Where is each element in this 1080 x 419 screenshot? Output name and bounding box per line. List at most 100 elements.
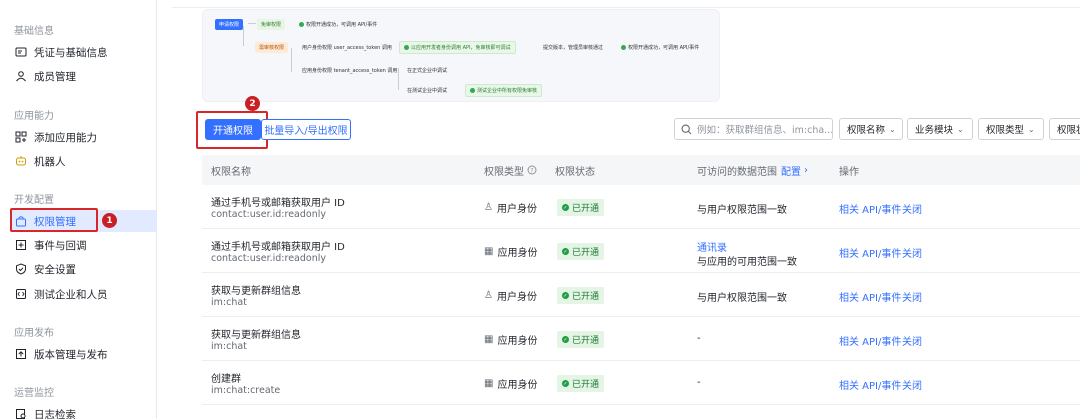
scope-text: 与用户权限范围一致: [697, 205, 787, 216]
test-icon: [14, 287, 28, 301]
flow-connector: [291, 48, 292, 72]
table-row: 获取与更新群组信息 im:chat ▦ 应用身份 ✓ 已开通 - 相关 API/…: [202, 317, 1080, 361]
sidebar-group-basic: 基础信息: [14, 26, 54, 37]
filter-business-module[interactable]: 业务模块 ⌄: [907, 118, 973, 140]
sidebar-item-test-tenant[interactable]: 测试企业和人员: [10, 283, 157, 305]
close-permission-link[interactable]: 关闭: [902, 333, 922, 348]
flow-free-permission: 免审权限: [257, 19, 286, 30]
sidebar-item-versions[interactable]: 版本管理与发布: [10, 343, 157, 365]
close-permission-link[interactable]: 关闭: [902, 201, 922, 216]
sidebar-item-robot[interactable]: 机器人: [10, 150, 157, 172]
app-icon: ▦: [484, 334, 494, 345]
flow-review-result: 权限开通成功，可调用 API/事件: [617, 42, 703, 53]
step-badge-2: 2: [245, 96, 260, 111]
success-icon: [621, 45, 626, 50]
sidebar-item-label: 成员管理: [34, 70, 76, 83]
search-input[interactable]: 例如：获取群组信息、im:cha...: [674, 118, 833, 140]
table-header: 权限名称 权限类型 ? 权限状态 可访问的数据范围 配置 › 操作: [202, 155, 1080, 185]
check-icon: ✓: [562, 248, 569, 255]
sidebar-item-credentials[interactable]: 凭证与基础信息: [10, 41, 157, 63]
related-api-link[interactable]: 相关 API/事件: [839, 377, 901, 392]
related-api-link[interactable]: 相关 API/事件: [839, 245, 901, 260]
chevron-down-icon: ⌄: [957, 124, 964, 134]
permission-name: 获取与更新群组信息: [211, 330, 301, 341]
flow-connector: [243, 26, 244, 46]
status-badge: ✓ 已开通: [557, 331, 605, 348]
status-badge: ✓ 已开通: [557, 375, 605, 392]
scope-config-link[interactable]: 配置: [781, 163, 801, 178]
sidebar-item-security[interactable]: 安全设置: [10, 258, 157, 280]
header-status: 权限状态: [555, 166, 595, 178]
table-row: 通过手机号或邮箱获取用户 ID contact:user.id:readonly…: [202, 229, 1080, 273]
chevron-right-icon: ›: [804, 164, 808, 176]
user-icon: [14, 69, 28, 83]
related-api-link[interactable]: 相关 API/事件: [839, 289, 901, 304]
success-icon: [404, 45, 409, 50]
filter-permission-status[interactable]: 权限状态: [1049, 118, 1080, 140]
status-badge: ✓ 已开通: [557, 243, 605, 260]
svg-text:?: ?: [530, 167, 533, 174]
sidebar-item-label: 机器人: [34, 155, 66, 168]
app-icon: ▦: [484, 246, 494, 257]
status-badge: ✓ 已开通: [557, 287, 605, 304]
sidebar-item-permissions[interactable]: 权限管理 1: [10, 208, 157, 232]
sidebar-item-label: 事件与回调: [34, 239, 87, 252]
flow-test-all: 测试企业中所有权限免审核: [465, 84, 543, 97]
sidebar-item-label: 日志检索: [34, 408, 76, 419]
step-badge-1: 1: [102, 213, 117, 228]
main-content: 申请权限 免审权限 权限开通成功，可调用 API/事件 需审核权限 用户身份权限…: [172, 0, 1080, 419]
permission-name: 通过手机号或邮箱获取用户 ID: [211, 242, 345, 253]
chevron-down-icon: ⌄: [889, 124, 896, 134]
scope-text: 与用户权限范围一致: [697, 293, 787, 304]
sidebar-item-members[interactable]: 成员管理: [10, 65, 157, 87]
filter-permission-name[interactable]: 权限名称 ⌄: [839, 118, 903, 140]
check-icon: ✓: [562, 292, 569, 299]
event-icon: [14, 238, 28, 252]
table-row: 创建群 im:chat:create ▦ 应用身份 ✓ 已开通 - 相关 API…: [202, 361, 1080, 405]
flow-user-identity: 用户身份权限 user_access_token 调用: [302, 45, 392, 51]
check-icon: ✓: [562, 204, 569, 211]
flow-test-debug: 在测试企业中调试: [407, 88, 448, 94]
success-icon: [470, 88, 475, 93]
header-name: 权限名称: [211, 166, 251, 178]
related-api-link[interactable]: 相关 API/事件: [839, 201, 901, 216]
filter-permission-type[interactable]: 权限类型 ⌄: [978, 118, 1044, 140]
close-permission-link[interactable]: 关闭: [902, 289, 922, 304]
flow-test-scope: 以应用开发者身份调用 API，免审核即可调试: [399, 41, 516, 54]
top-divider: [172, 0, 1080, 8]
flow-formal-debug: 在正式企业中调试: [407, 68, 448, 74]
shield-icon: [14, 262, 28, 276]
check-icon: ✓: [562, 336, 569, 343]
sidebar: 基础信息 凭证与基础信息 成员管理 应用能力 添加应用能力 机器人 开发配置 权…: [0, 0, 157, 419]
flow-submit: 提交版本，管理员审核通过: [543, 45, 604, 51]
chevron-down-icon: ⌄: [1028, 124, 1035, 134]
header-scope: 可访问的数据范围 配置 ›: [697, 163, 808, 178]
permission-name: 获取与更新群组信息: [211, 286, 301, 297]
help-icon[interactable]: ?: [527, 165, 537, 175]
upload-icon: [14, 347, 28, 361]
user-icon: ♙: [484, 202, 493, 213]
batch-import-export-button[interactable]: 批量导入/导出权限: [261, 119, 351, 140]
sidebar-group-capability: 应用能力: [14, 111, 54, 122]
sidebar-item-label: 添加应用能力: [34, 131, 97, 144]
permission-name: 通过手机号或邮箱获取用户 ID: [211, 198, 345, 209]
permission-name: 创建群: [211, 374, 241, 385]
permission-code: contact:user.id:readonly: [211, 253, 326, 264]
sidebar-item-logs[interactable]: 日志检索: [10, 403, 157, 419]
permission-type: ▦ 应用身份: [484, 378, 538, 391]
permission-code: im:chat: [211, 341, 247, 352]
header-actions: 操作: [839, 166, 859, 178]
sidebar-item-events[interactable]: 事件与回调: [10, 234, 157, 256]
permission-code: im:chat:create: [211, 385, 281, 396]
scope-link[interactable]: 通讯录: [697, 239, 727, 254]
table-row: 通过手机号或邮箱获取用户 ID contact:user.id:readonly…: [202, 185, 1080, 229]
close-permission-link[interactable]: 关闭: [902, 245, 922, 260]
permission-code: im:chat: [211, 297, 247, 308]
credential-icon: [14, 45, 28, 59]
open-permission-button[interactable]: 开通权限: [205, 119, 261, 140]
close-permission-link[interactable]: 关闭: [902, 377, 922, 392]
sidebar-item-add-capability[interactable]: 添加应用能力: [10, 126, 157, 148]
related-api-link[interactable]: 相关 API/事件: [839, 333, 901, 348]
apps-add-icon: [14, 130, 28, 144]
highlight-box: [10, 208, 98, 232]
